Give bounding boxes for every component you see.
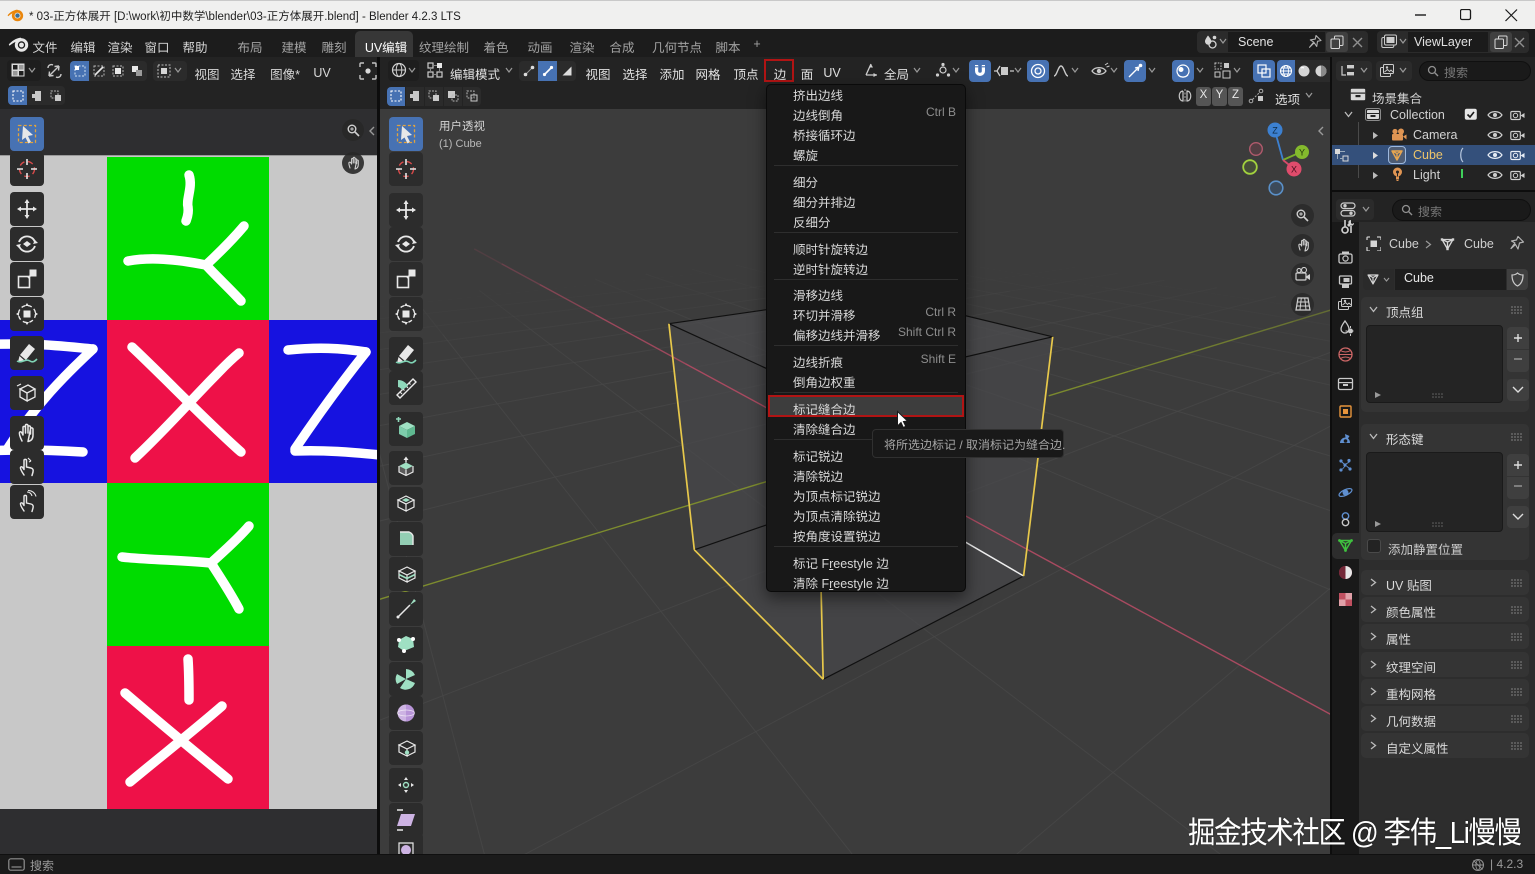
svg-text:Y: Y [1299,148,1305,158]
svg-text:X: X [1291,165,1297,175]
svg-text:Z: Z [1272,126,1278,136]
